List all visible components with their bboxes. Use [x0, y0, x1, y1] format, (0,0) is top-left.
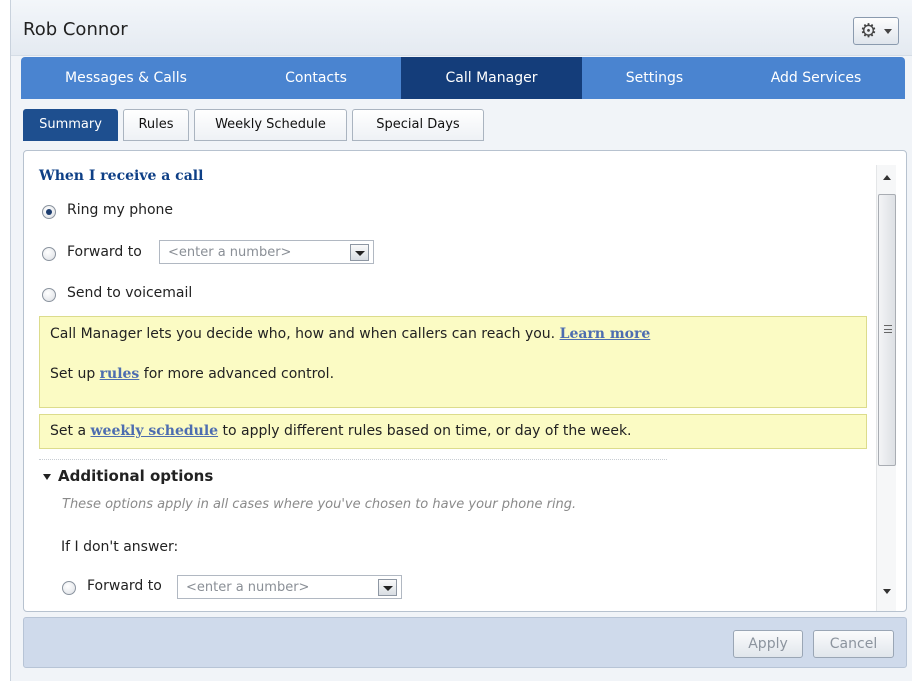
- dropdown-arrow-icon[interactable]: [378, 579, 397, 596]
- grip-icon: [884, 325, 892, 333]
- title-bar: Rob Connor ⚙: [11, 0, 912, 56]
- nav-contacts[interactable]: Contacts: [231, 57, 401, 99]
- additional-options-title[interactable]: Additional options: [58, 467, 213, 485]
- learn-more-link[interactable]: Learn more: [560, 326, 651, 342]
- info-line-1: Call Manager lets you decide who, how an…: [50, 326, 651, 342]
- rules-link[interactable]: rules: [100, 366, 140, 382]
- additional-options-note: These options apply in all cases where y…: [62, 497, 577, 512]
- ring-phone-radio[interactable]: [42, 205, 56, 219]
- tab-special-days[interactable]: Special Days: [352, 109, 484, 141]
- tab-weekly-schedule[interactable]: Weekly Schedule: [194, 109, 347, 141]
- forward-number-select[interactable]: <enter a number>: [159, 240, 374, 264]
- section-title: When I receive a call: [39, 168, 204, 184]
- info-box: Call Manager lets you decide who, how an…: [39, 316, 867, 408]
- divider: [39, 459, 667, 460]
- forward-number-placeholder: <enter a number>: [168, 245, 292, 260]
- no-answer-forward-label: Forward to: [87, 578, 162, 594]
- forward-to-label: Forward to: [67, 244, 142, 260]
- voicemail-label: Send to voicemail: [67, 285, 193, 301]
- scroll-up-arrow-icon[interactable]: [883, 175, 891, 180]
- panel-scrollbar[interactable]: [876, 165, 896, 611]
- footer-bar: Apply Cancel: [23, 617, 907, 668]
- dropdown-arrow-icon[interactable]: [350, 244, 369, 261]
- user-name: Rob Connor: [23, 19, 128, 40]
- forward-to-radio[interactable]: [42, 247, 56, 261]
- no-answer-forward-radio[interactable]: [62, 581, 76, 595]
- info-line-2: Set up rules for more advanced control.: [50, 366, 335, 382]
- tab-summary[interactable]: Summary: [23, 109, 118, 141]
- info-line-3: Set a weekly schedule to apply different…: [50, 423, 632, 439]
- apply-button[interactable]: Apply: [733, 630, 803, 658]
- scroll-down-arrow-icon[interactable]: [883, 589, 891, 594]
- collapse-arrow-icon[interactable]: [43, 474, 51, 480]
- settings-menu-button[interactable]: ⚙: [853, 17, 899, 45]
- gear-icon: ⚙: [860, 20, 878, 42]
- tab-rules[interactable]: Rules: [123, 109, 189, 141]
- nav-call-manager[interactable]: Call Manager: [401, 57, 582, 99]
- chevron-down-icon: [884, 29, 892, 34]
- schedule-info-box: Set a weekly schedule to apply different…: [39, 414, 867, 449]
- scroll-thumb[interactable]: [878, 194, 896, 466]
- nav-settings[interactable]: Settings: [582, 57, 727, 99]
- no-answer-number-placeholder: <enter a number>: [186, 580, 310, 595]
- voicemail-radio[interactable]: [42, 288, 56, 302]
- if-no-answer-label: If I don't answer:: [61, 539, 179, 555]
- weekly-schedule-link[interactable]: weekly schedule: [90, 423, 218, 439]
- nav-add-services[interactable]: Add Services: [727, 57, 905, 99]
- summary-panel: When I receive a call Ring my phone Forw…: [23, 150, 907, 612]
- no-answer-number-select[interactable]: <enter a number>: [177, 575, 402, 599]
- app-window: Rob Connor ⚙ Messages & Calls Contacts C…: [10, 0, 912, 681]
- main-nav: Messages & Calls Contacts Call Manager S…: [21, 57, 905, 99]
- ring-phone-label: Ring my phone: [67, 202, 174, 218]
- nav-messages-calls[interactable]: Messages & Calls: [21, 57, 231, 99]
- cancel-button[interactable]: Cancel: [813, 630, 894, 658]
